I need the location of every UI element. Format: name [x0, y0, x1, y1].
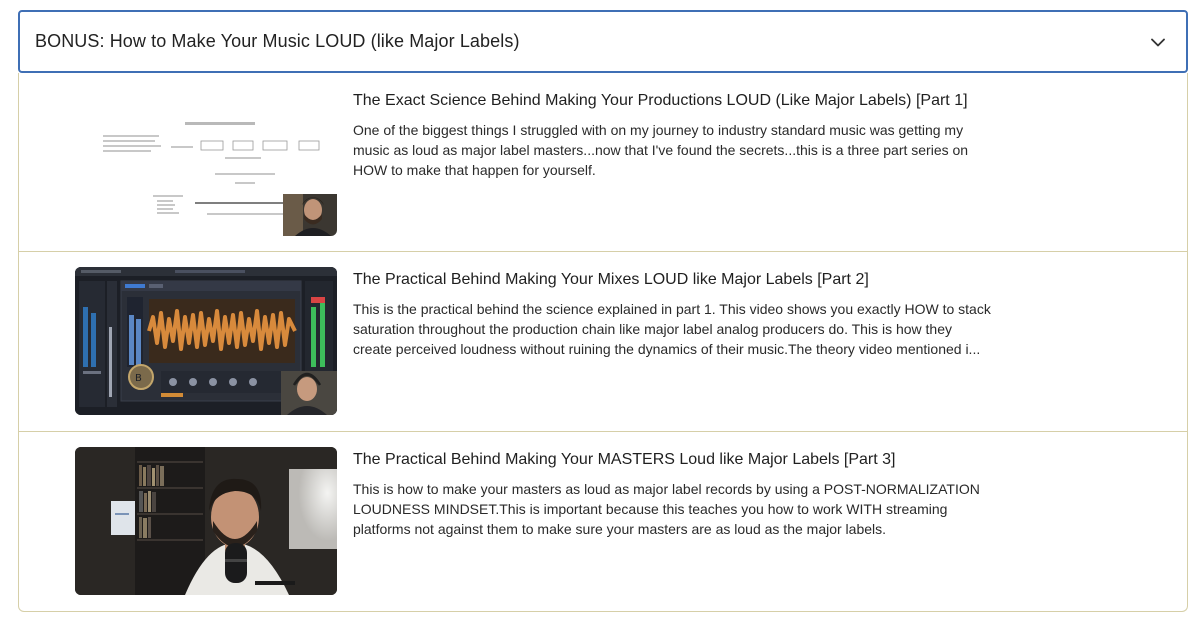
section-accordion-header[interactable]: BONUS: How to Make Your Music LOUD (like…: [18, 10, 1188, 73]
lesson-thumbnail[interactable]: [75, 88, 337, 236]
lesson-thumbnail[interactable]: B: [75, 267, 337, 415]
svg-text:B: B: [135, 373, 142, 384]
lesson-title[interactable]: The Exact Science Behind Making Your Pro…: [353, 91, 1133, 111]
lesson-thumbnail[interactable]: [75, 447, 337, 595]
lesson-item[interactable]: The Practical Behind Making Your MASTERS…: [19, 432, 1187, 612]
lesson-item[interactable]: The Exact Science Behind Making Your Pro…: [19, 73, 1187, 252]
section-title: BONUS: How to Make Your Music LOUD (like…: [35, 31, 520, 51]
lesson-description: One of the biggest things I struggled wi…: [353, 122, 969, 178]
chevron-down-icon[interactable]: [1148, 32, 1168, 52]
lesson-title[interactable]: The Practical Behind Making Your Mixes L…: [353, 270, 1133, 290]
lesson-description: This is how to make your masters as loud…: [353, 481, 980, 537]
lesson-description: This is the practical behind the science…: [353, 301, 991, 357]
lessons-panel: The Exact Science Behind Making Your Pro…: [18, 73, 1188, 612]
lesson-title[interactable]: The Practical Behind Making Your MASTERS…: [353, 450, 1133, 470]
lesson-item[interactable]: B The Practical Behind Making Your Mixes…: [19, 252, 1187, 432]
